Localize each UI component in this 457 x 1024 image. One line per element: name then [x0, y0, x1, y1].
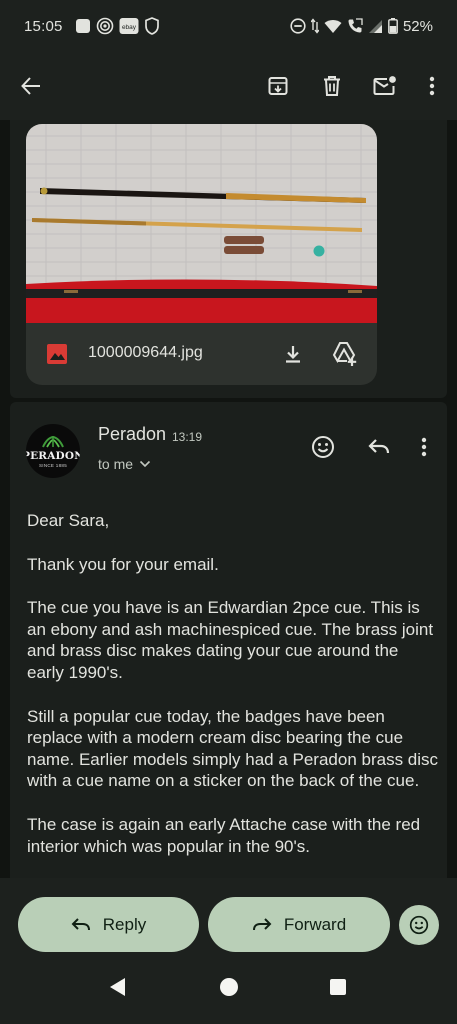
archive-icon	[267, 75, 289, 97]
delete-button[interactable]	[312, 66, 352, 106]
attachment-image-preview[interactable]	[26, 124, 377, 323]
status-right-icons: 52%	[290, 0, 433, 52]
call-icon	[347, 18, 363, 34]
battery-percent: 52%	[402, 17, 433, 35]
app-bar	[0, 52, 457, 120]
react-button[interactable]	[399, 905, 439, 945]
reply-button[interactable]	[364, 432, 394, 462]
mark-unread-icon	[373, 75, 397, 97]
shield-icon	[144, 17, 160, 35]
message-time: 13:19	[172, 430, 203, 444]
forward-label: Forward	[283, 914, 347, 934]
forward-icon	[252, 917, 272, 933]
attachment-card[interactable]: 1000009644.jpg	[26, 124, 377, 385]
emoji-icon	[312, 436, 334, 458]
do-not-disturb-icon	[290, 18, 306, 34]
message-body: Dear Sara, Thank you for your email. The…	[27, 510, 439, 878]
body-paragraph: The cue you have is an Edwardian 2pce cu…	[27, 598, 434, 682]
attachment-footer: 1000009644.jpg	[26, 323, 377, 385]
conversation-content[interactable]: 1000009644.jpg PERADON SINCE 1885 Perado…	[0, 120, 457, 878]
more-options-button[interactable]	[412, 66, 452, 106]
body-paragraph: Still a popular cue today, the badges ha…	[27, 706, 439, 791]
reply-pill-button[interactable]: Reply	[18, 897, 199, 952]
sender-avatar[interactable]: PERADON SINCE 1885	[26, 424, 80, 478]
reply-icon	[368, 439, 390, 454]
attachment-file-name: 1000009644.jpg	[88, 344, 203, 361]
recipient-label: to me	[98, 456, 134, 472]
mark-unread-button[interactable]	[365, 66, 405, 106]
system-navigation-bar	[0, 968, 457, 1024]
download-icon[interactable]	[280, 341, 306, 367]
nav-home-button[interactable]	[218, 976, 240, 998]
add-reaction-button[interactable]	[308, 432, 338, 462]
leaf-icon	[42, 435, 64, 448]
ebay-icon: ebay	[119, 17, 139, 35]
nav-back-icon	[110, 978, 125, 996]
sender-name[interactable]: Peradon	[98, 424, 166, 445]
status-left-icons: ebay	[75, 17, 160, 35]
chevron-down-icon	[139, 460, 151, 468]
nav-home-icon	[220, 978, 238, 996]
reply-icon	[71, 917, 91, 933]
at-sign-icon	[96, 17, 114, 35]
nav-recents-icon	[330, 979, 346, 995]
greeting: Dear Sara,	[27, 511, 110, 530]
avatar-since: SINCE 1885	[38, 463, 67, 468]
bottom-action-bar: Reply Forward	[0, 878, 457, 1024]
data-arrows-icon	[310, 18, 319, 34]
forward-pill-button[interactable]: Forward	[208, 897, 390, 952]
message-more-button[interactable]	[412, 432, 436, 462]
delete-icon	[322, 75, 342, 97]
more-vert-icon	[429, 76, 435, 96]
notification-square-icon	[75, 18, 91, 34]
battery-icon	[388, 18, 398, 34]
status-time: 15:05	[24, 17, 63, 35]
back-button[interactable]	[11, 66, 51, 106]
nav-back-button[interactable]	[107, 976, 129, 998]
avatar-brand: PERADON	[26, 450, 80, 462]
body-paragraph: The case is again an early Attache case …	[27, 814, 421, 856]
emoji-icon	[409, 915, 429, 935]
body-paragraph: Thank you for your email.	[27, 554, 219, 574]
signal-icon	[368, 19, 383, 34]
more-vert-icon	[421, 437, 427, 457]
previous-message-card: 1000009644.jpg	[10, 120, 447, 398]
back-arrow-icon	[20, 75, 42, 97]
nav-recents-button[interactable]	[327, 976, 349, 998]
status-bar: 15:05 ebay 52%	[0, 0, 457, 52]
wifi-icon	[324, 19, 342, 34]
message-card: PERADON SINCE 1885 Peradon 13:19 to me D…	[10, 402, 447, 878]
ebay-label: ebay	[121, 24, 136, 31]
archive-button[interactable]	[258, 66, 298, 106]
image-icon	[46, 343, 68, 365]
recipient-details-toggle[interactable]: to me	[98, 456, 151, 472]
reply-label: Reply	[102, 914, 147, 934]
add-to-drive-icon[interactable]	[329, 339, 359, 369]
